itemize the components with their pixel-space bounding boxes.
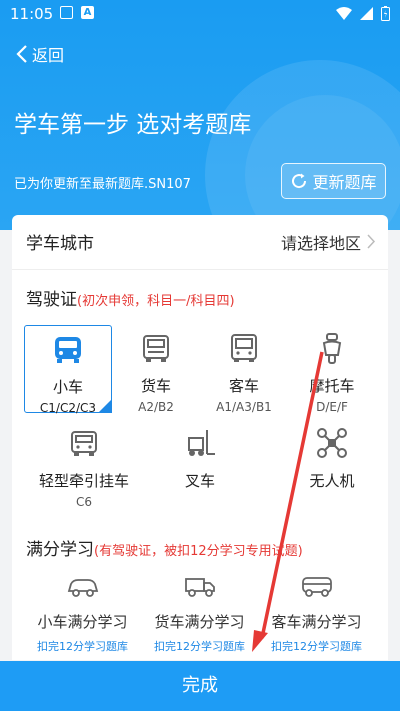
done-button[interactable]: 完成 [0, 661, 400, 711]
license-name: 货车 [140, 377, 171, 395]
license-name: 摩托车 [309, 377, 355, 395]
license-codes: C6 [75, 495, 92, 509]
city-value: 请选择地区 [280, 233, 361, 253]
refresh-icon [292, 173, 307, 189]
city-row[interactable]: 学车城市 请选择地区 [26, 229, 376, 254]
license-note: (初次申领，科目一/科目四) [77, 294, 235, 309]
wifi-icon [336, 7, 352, 20]
license-option-car[interactable]: 小车 C1/C2/C3 [24, 325, 112, 415]
full-score-bus[interactable]: 客车满分学习 扣完12分学习题库 [258, 567, 375, 654]
status-bar: 11:05 A [0, 0, 400, 28]
license-name: 叉车 [184, 472, 215, 490]
car-icon [55, 337, 81, 363]
license-option-drone[interactable]: 无人机 [288, 420, 376, 508]
chevron-right-icon [367, 234, 376, 249]
full-score-truck[interactable]: 货车满分学习 扣完12分学习题库 [141, 567, 258, 654]
update-bank-button[interactable]: 更新题库 [281, 163, 386, 199]
license-name: 客车 [228, 377, 259, 395]
trailer-icon [71, 431, 97, 456]
divider [12, 269, 388, 270]
signal-icon [360, 7, 373, 20]
version-text: 已为你更新至最新题库.SN107 [14, 177, 191, 192]
full-score-link[interactable]: 扣完12分学习题库 [141, 638, 258, 654]
motorcycle-icon [322, 333, 342, 364]
back-label: 返回 [32, 46, 65, 65]
content-card: 学车城市 请选择地区 驾驶证(初次申领，科目一/科目四) 小车 C1/C2/C3… [12, 215, 388, 660]
full-score-car[interactable]: 小车满分学习 扣完12分学习题库 [24, 567, 141, 654]
truck-outline-icon [184, 578, 215, 597]
license-codes: A1/A3/B1 [216, 400, 272, 414]
image-icon [60, 6, 73, 19]
license-codes: A2/B2 [138, 400, 174, 414]
license-title: 驾驶证 [26, 290, 77, 310]
full-score-section-title: 满分学习(有驾驶证，被扣12分学习专用试题) [26, 535, 303, 560]
selected-check-icon [98, 399, 112, 413]
full-score-name: 客车满分学习 [271, 613, 362, 631]
header: 11:05 A 返回 学车第一步 选对考题库 已为你更新至最新题库.SN107 … [0, 0, 400, 230]
license-option-forklift[interactable]: 叉车 [156, 420, 244, 508]
truck-icon [143, 335, 169, 362]
license-codes: D/E/F [316, 400, 348, 414]
license-section-title: 驾驶证(初次申领，科目一/科目四) [26, 285, 235, 310]
battery-icon [381, 6, 390, 21]
license-option-trailer[interactable]: 轻型牵引挂车 C6 [24, 420, 144, 509]
full-score-note: (有驾驶证，被扣12分学习专用试题) [94, 544, 303, 559]
bus-icon [231, 334, 257, 362]
license-option-bus[interactable]: 客车 A1/A3/B1 [200, 325, 288, 414]
forklift-icon [188, 430, 215, 456]
license-name: 小车 [52, 378, 83, 396]
full-score-link[interactable]: 扣完12分学习题库 [24, 638, 141, 654]
full-score-link[interactable]: 扣完12分学习题库 [258, 638, 375, 654]
bus-outline-icon [301, 577, 332, 597]
city-label: 学车城市 [26, 234, 94, 254]
status-time: 11:05 [10, 5, 54, 23]
app-a-icon: A [81, 6, 94, 19]
license-option-motorcycle[interactable]: 摩托车 D/E/F [288, 325, 376, 414]
back-button[interactable]: 返回 [16, 42, 64, 66]
chevron-left-icon [16, 45, 27, 63]
update-bank-label: 更新题库 [312, 173, 377, 192]
full-score-name: 小车满分学习 [37, 613, 128, 631]
license-name: 无人机 [309, 472, 355, 490]
license-option-truck[interactable]: 货车 A2/B2 [112, 325, 200, 414]
car-outline-icon [67, 579, 98, 597]
page-title: 学车第一步 选对考题库 [14, 112, 252, 138]
drone-icon [317, 428, 347, 458]
full-score-name: 货车满分学习 [154, 613, 245, 631]
license-name: 轻型牵引挂车 [38, 472, 129, 490]
full-score-title: 满分学习 [26, 540, 94, 560]
